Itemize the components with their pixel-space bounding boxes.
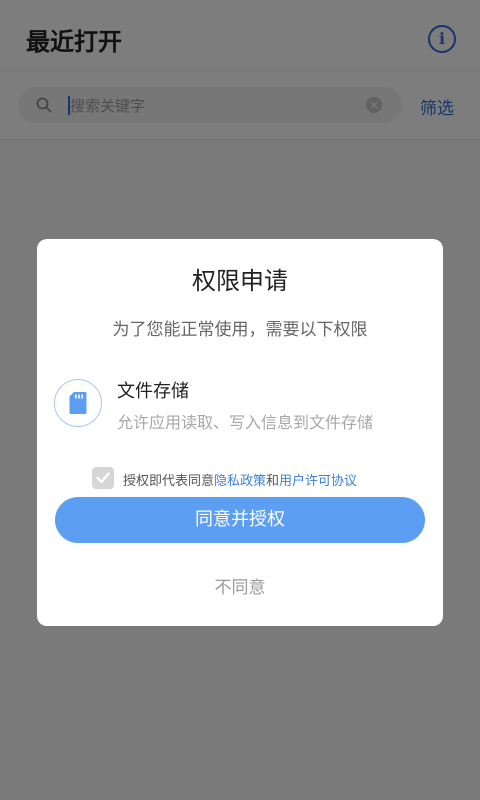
sd-card-icon [54, 379, 102, 427]
privacy-policy-link[interactable]: 隐私政策 [214, 474, 266, 489]
dialog-subtitle: 为了您能正常使用，需要以下权限 [112, 320, 368, 340]
agree-and-authorize-button[interactable]: 同意并授权 [55, 497, 425, 543]
consent-checkbox[interactable] [92, 467, 114, 489]
dialog-title: 权限申请 [192, 267, 288, 295]
permission-name: 文件存储 [117, 381, 189, 402]
disagree-button[interactable]: 不同意 [37, 573, 443, 598]
consent-text: 授权即代表同意隐私政策和用户许可协议 [123, 470, 357, 489]
permission-dialog: 权限申请 为了您能正常使用，需要以下权限 文件存储 允许应用读取、写入信息到文件… [37, 239, 443, 626]
consent-conjunction: 和 [266, 474, 280, 489]
consent-prefix: 授权即代表同意 [123, 474, 215, 489]
checkmark-icon [96, 472, 110, 484]
user-license-link[interactable]: 用户许可协议 [279, 474, 357, 489]
permission-description: 允许应用读取、写入信息到文件存储 [117, 413, 374, 432]
